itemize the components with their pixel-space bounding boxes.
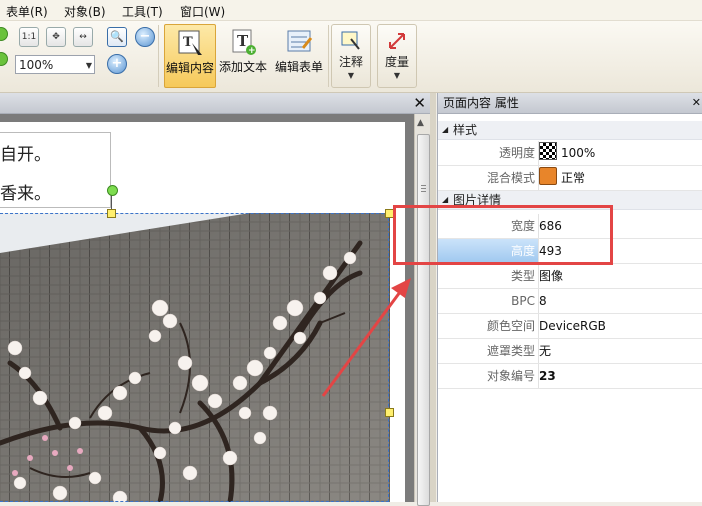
toolbar-divider [158,25,159,87]
close-icon[interactable]: ✕ [413,94,426,112]
menu-tools[interactable]: 工具(T) [122,3,163,20]
close-icon[interactable]: ✕ [692,93,701,113]
zoom-select[interactable]: 100% ▼ [15,55,95,74]
edit-content-button[interactable]: T 编辑内容 [164,24,216,88]
zoom-out-icon[interactable]: − [135,27,155,47]
zoom-in-icon[interactable]: 🔍 [107,27,127,47]
text-line: 香来。 [0,184,51,204]
chevron-down-icon: ▼ [347,71,355,80]
toolbar-divider [328,25,329,87]
document-tab-header: ✕ [0,93,432,114]
prop-row-object-number[interactable]: 对象编号 23 [438,364,702,389]
prop-row-color-space[interactable]: 颜色空间 DeviceRGB [438,314,702,339]
category-style[interactable]: ◢ 样式 [438,121,702,140]
measure-button[interactable]: 度量 ▼ [377,24,417,88]
menu-bar: 表单(R) 对象(B) 工具(T) 窗口(W) [0,0,702,21]
properties-title-bar: 页面内容 属性 ✕ [438,93,702,114]
prop-row-mask-type[interactable]: 遮罩类型 无 [438,339,702,364]
text-line: 自开。 [0,145,51,165]
edit-form-icon [287,30,313,52]
annotation-arrow-icon [321,278,411,397]
svg-text:+: + [248,46,256,56]
menu-form[interactable]: 表单(R) [6,3,48,20]
scroll-up-icon[interactable]: ▲ [417,118,424,128]
properties-title: 页面内容 属性 [443,96,519,110]
actual-size-button[interactable]: 1:1 [19,27,39,47]
svg-text:T: T [183,35,193,50]
edit-content-icon: T [178,30,202,55]
menu-window[interactable]: 窗口(W) [180,3,225,20]
add-text-button[interactable]: T + 添加文本 [217,24,269,88]
zoom-value: 100% [19,58,54,72]
fit-page-button[interactable]: ✥ [46,27,66,47]
properties-panel: 页面内容 属性 ✕ ◢ 样式 透明度 100% 混合模式 正常 ◢ 图片详情 宽… [437,93,702,502]
measure-icon [389,33,405,49]
menu-object[interactable]: 对象(B) [64,3,106,20]
add-text-icon: T + [232,29,256,56]
annotate-icon [341,31,360,50]
edit-form-button[interactable]: 编辑表单 [272,24,326,88]
chevron-down-icon: ▼ [393,71,401,80]
annotate-button[interactable]: 注释 ▼ [331,24,371,88]
next-icon[interactable] [0,52,8,66]
resize-handle-right[interactable] [385,408,394,417]
prev-icon[interactable] [0,27,8,41]
prop-row-opacity[interactable]: 透明度 100% [438,141,702,166]
resize-handle-top[interactable] [107,209,116,218]
blend-mode-icon [539,167,557,185]
fit-width-button[interactable]: ↔ [73,27,93,47]
chevron-down-icon: ▼ [85,61,92,70]
rotate-handle[interactable] [107,185,118,196]
annotation-highlight-box [393,205,613,265]
prop-row-blend-mode[interactable]: 混合模式 正常 [438,166,702,191]
transparency-icon [539,142,557,160]
prop-row-type[interactable]: 类型 图像 [438,264,702,289]
prop-row-bpc[interactable]: BPC 8 [438,289,702,314]
panel-splitter[interactable] [430,93,436,502]
collapse-triangle-icon: ◢ [442,125,449,134]
zoom-plus-icon[interactable]: + [107,54,127,74]
ribbon-toolbar: 1:1 ✥ ↔ 100% ▼ 🔍 − + T 编辑内容 T + 添加文本 编辑表… [0,21,702,93]
